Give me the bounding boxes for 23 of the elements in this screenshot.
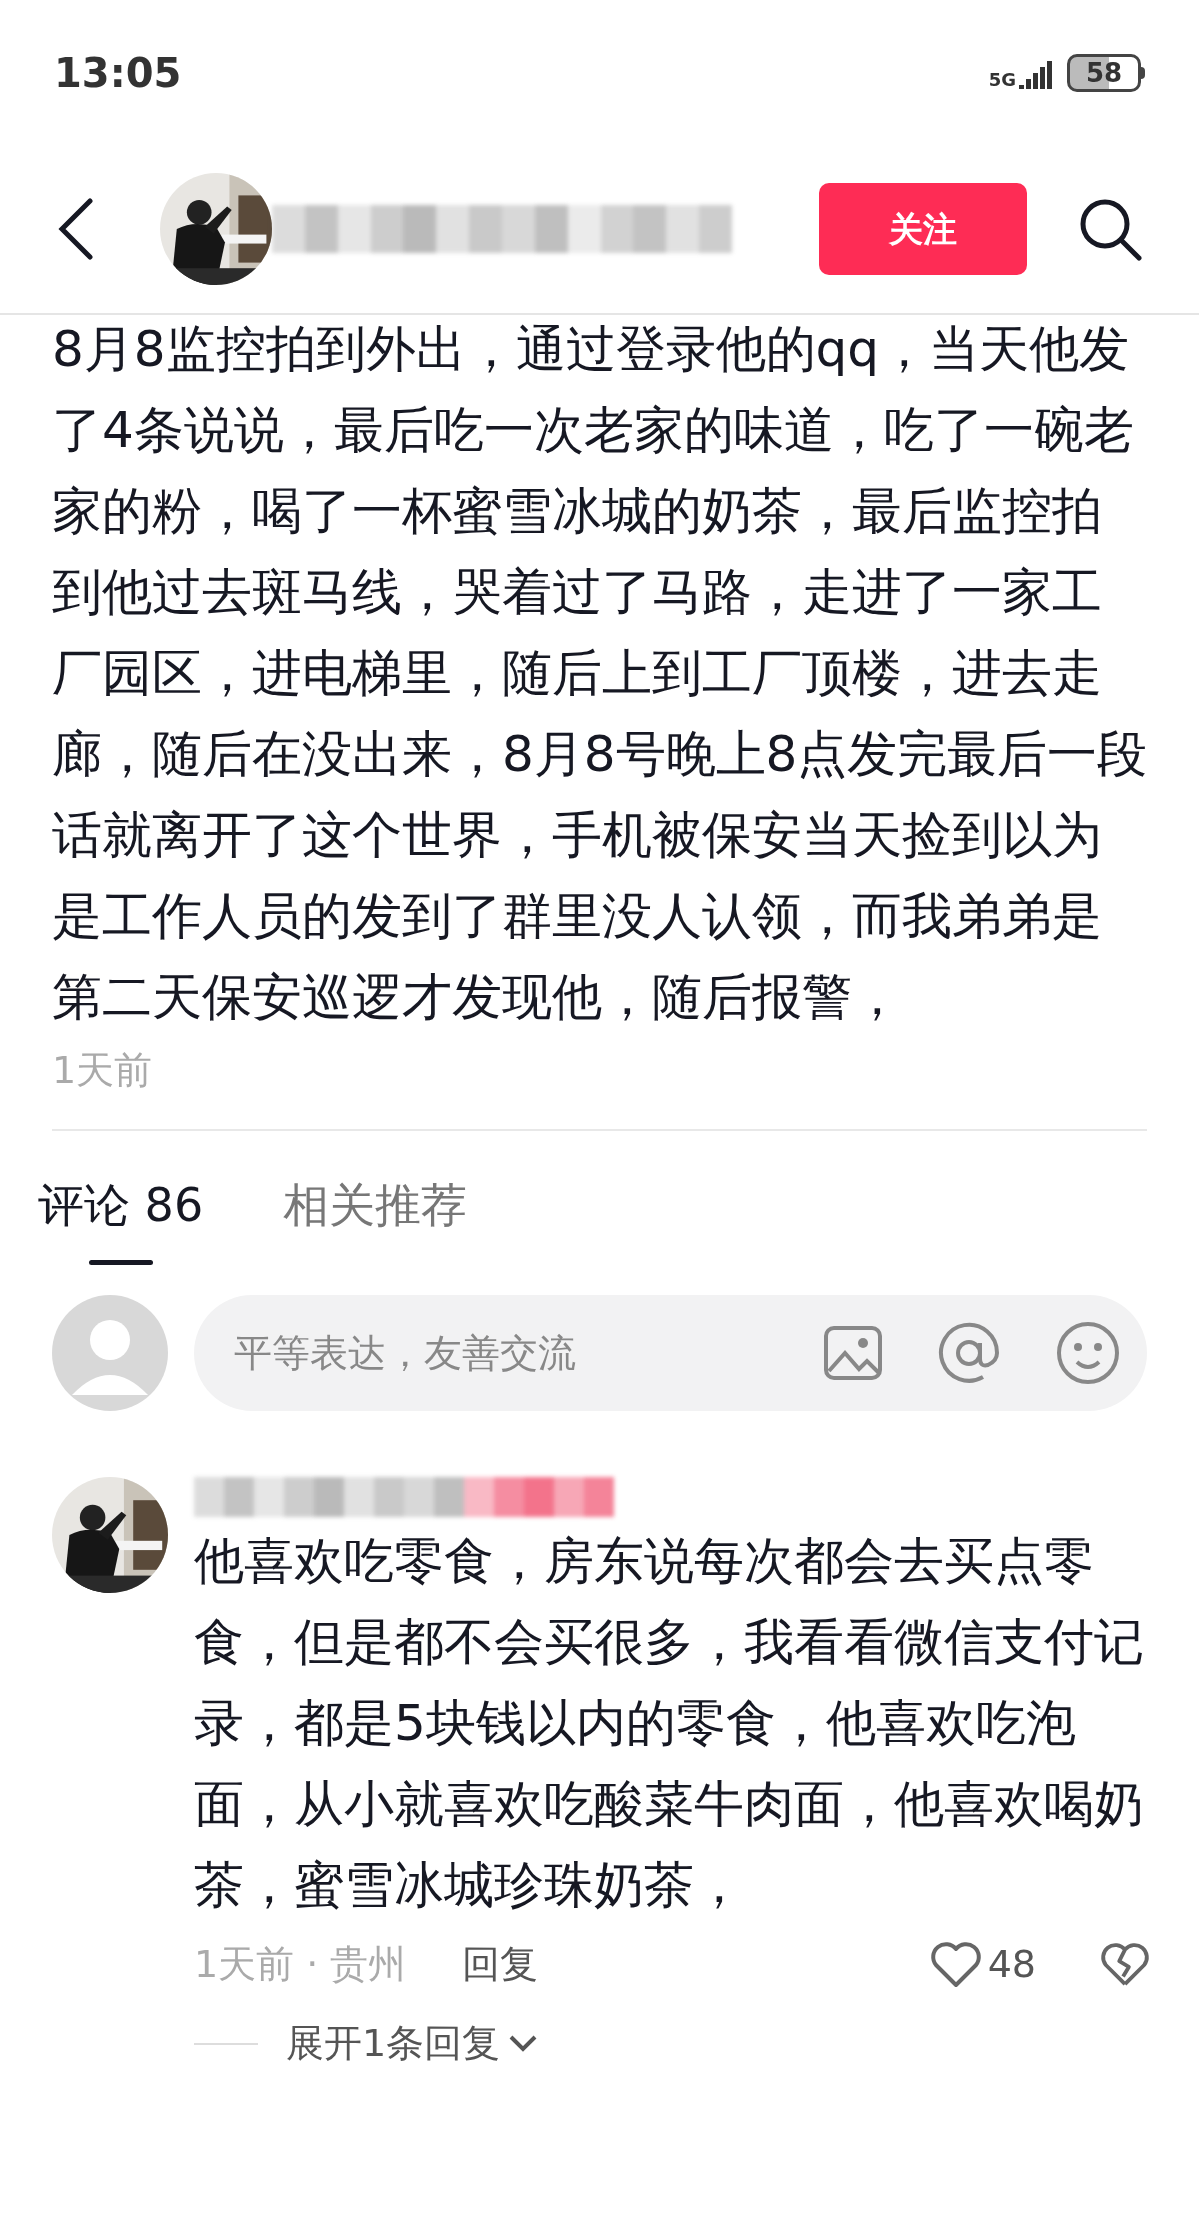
heart-icon[interactable] (929, 1940, 982, 1989)
expand-replies-link[interactable]: 展开1条回复 (286, 2015, 539, 2072)
tab[interactable]: 相关推荐 (283, 1171, 468, 1265)
network-label: 5G (988, 70, 1016, 89)
emoji-icon[interactable] (1055, 1320, 1121, 1386)
broken-heart-icon[interactable] (1100, 1941, 1150, 1988)
back-icon[interactable] (56, 197, 96, 261)
image-icon[interactable] (823, 1325, 883, 1381)
chevron-down-icon (508, 2033, 539, 2054)
post-time: 1天前 (52, 1047, 153, 1094)
comment-text: 他喜欢吃零食，房东说每次都会去买点零食，但是都不会买很多，我看看微信支付记录，都是5块钱以内的零食，他喜欢吃泡面，从小就喜欢吃酸菜牛肉面，他喜欢喝奶茶，蜜雪冰城珍珠奶茶， (194, 1531, 1145, 1916)
post-text: 8月8监控拍到外出，通过登录他的qq，当天他发了4条说说，最后吃一次老家的味道，吃了一碗老家的粉，喝了一杯蜜雪冰城的奶茶，最后监控拍到他过去斑马线，哭着过了马路，走进了一家工厂园区，进电梯里，随后上到工厂顶楼，进去走廊，随后在没出来，8月8号晚上8点发完最后一段话就离开了这个世界，手机被保安当天捡到以为是工作人员的发到了群里没人认领，而我弟弟是第二天保安巡逻才发现他，随后报警， (52, 319, 1149, 1028)
comment-input[interactable]: 平等表达，友善交流 (234, 1324, 823, 1382)
reply-link[interactable]: 回复 (462, 1936, 539, 1993)
avatar-icon (52, 1295, 168, 1411)
tab[interactable]: 评论 86 (38, 1171, 204, 1265)
at-icon[interactable] (937, 1321, 1001, 1385)
battery-level: 58 (1085, 59, 1123, 86)
comment-meta: 1天前 · 贵州 (194, 1941, 407, 1988)
status-time: 13:05 (54, 48, 182, 98)
comment-field[interactable]: 平等表达，友善交流 (194, 1295, 1147, 1411)
follow-button[interactable]: 关注 (819, 183, 1027, 275)
like-count: 48 (987, 1941, 1036, 1988)
